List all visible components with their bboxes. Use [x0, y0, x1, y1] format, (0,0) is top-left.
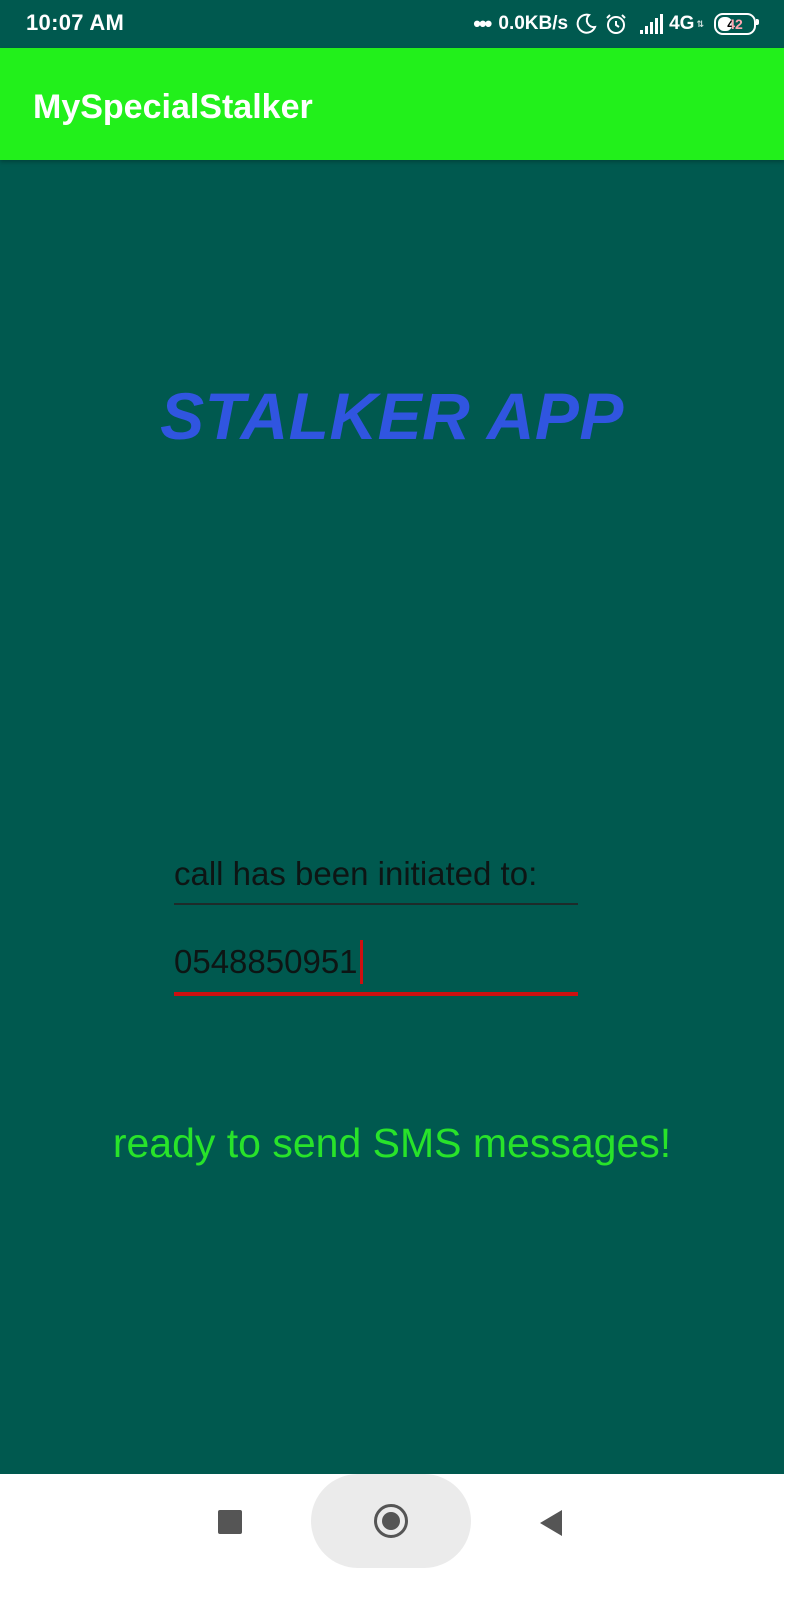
status-time: 10:07 AM: [26, 10, 125, 35]
recent-apps-button[interactable]: [218, 1510, 242, 1534]
network-type: 4G: [669, 13, 695, 34]
home-button[interactable]: [374, 1504, 408, 1538]
status-bar: 10:07 AM ••• 0.0KB/s 4G ⇅ 42: [0, 0, 784, 48]
status-indicators: ••• 0.0KB/s 4G ⇅ 42: [473, 8, 759, 40]
phone-number-value: 0548850951: [174, 943, 358, 980]
home-icon: [382, 1512, 400, 1530]
app-screen: 10:07 AM ••• 0.0KB/s 4G ⇅ 42 MySpecialSt…: [0, 0, 784, 1568]
moon-icon: [576, 13, 597, 34]
headline: STALKER APP: [160, 379, 624, 453]
signal-icon: [640, 14, 664, 34]
navigation-bar: [0, 1474, 784, 1568]
label-field-text: call has been initiated to:: [174, 855, 538, 892]
sms-status-text: ready to send SMS messages!: [112, 1120, 672, 1166]
battery-icon: 42: [714, 13, 759, 35]
alarm-icon: [606, 14, 626, 34]
label-field[interactable]: call has been initiated to:: [174, 855, 578, 905]
notification-dots: •••: [473, 11, 492, 36]
phone-number-field[interactable]: 0548850951: [174, 940, 578, 996]
network-speed: 0.0KB/s: [498, 13, 569, 34]
app-bar: MySpecialStalker: [0, 48, 784, 160]
data-activity-icon: ⇅: [696, 18, 704, 29]
app-title: MySpecialStalker: [33, 88, 313, 126]
battery-level: 42: [727, 16, 743, 32]
back-button[interactable]: [540, 1510, 562, 1536]
text-cursor: [359, 940, 363, 984]
